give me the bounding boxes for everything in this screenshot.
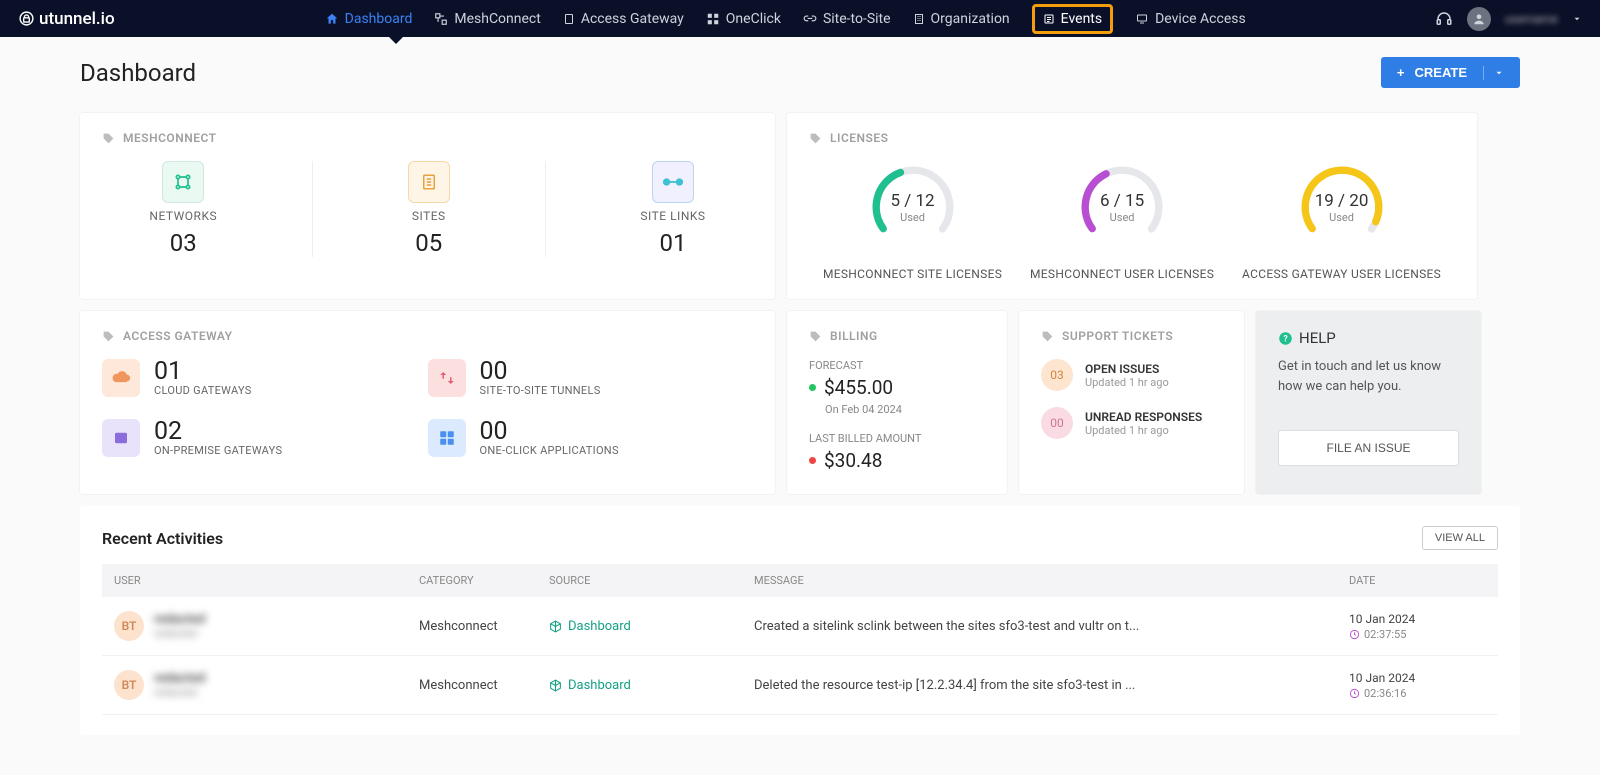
- page-body: Dashboard + CREATE MESHCONNECT NETWORKS …: [0, 37, 1600, 775]
- mesh-icon: [434, 12, 448, 26]
- card-tickets: SUPPORT TICKETS 03 OPEN ISSUESUpdated 1 …: [1019, 311, 1244, 494]
- tag-icon: [102, 132, 115, 145]
- mc-networks[interactable]: NETWORKS 03: [149, 161, 217, 257]
- user-name-blurred: redacted redacted: [154, 671, 205, 699]
- ag-oneclick[interactable]: 00ONE-CLICK APPLICATIONS: [428, 419, 754, 457]
- ticket-open[interactable]: 03 OPEN ISSUESUpdated 1 hr ago: [1041, 359, 1222, 391]
- billing-forecast-date: On Feb 04 2024: [825, 403, 985, 416]
- cell-source[interactable]: Dashboard: [549, 678, 754, 693]
- clock-icon: [1349, 629, 1360, 640]
- table-row[interactable]: BT redacted redacted Meshconnect Dashboa…: [102, 597, 1498, 656]
- mc-sites[interactable]: SITES 05: [408, 161, 450, 257]
- site-icon: [420, 172, 438, 192]
- card-billing: BILLING FORECAST $455.00 On Feb 04 2024 …: [787, 311, 1007, 494]
- tag-icon: [1041, 330, 1054, 343]
- license-ag-user[interactable]: 19 / 20Used ACCESS GATEWAY USER LICENSES: [1242, 161, 1441, 281]
- ag-onprem[interactable]: 02ON-PREMISE GATEWAYS: [102, 419, 428, 457]
- nav-site-to-site[interactable]: Site-to-Site: [803, 0, 891, 37]
- cell-message: Created a sitelink sclink between the si…: [754, 619, 1349, 634]
- cube-icon: [549, 679, 562, 692]
- nav-meshconnect[interactable]: MeshConnect: [434, 0, 540, 37]
- license-mc-site[interactable]: 5 / 12Used MESHCONNECT SITE LICENSES: [823, 161, 1002, 281]
- card-help: ? HELP Get in touch and let us know how …: [1256, 311, 1481, 494]
- billing-forecast-amount: $455.00: [809, 376, 985, 399]
- table-row[interactable]: BT redacted redacted Meshconnect Dashboa…: [102, 656, 1498, 715]
- cell-category: Meshconnect: [419, 678, 549, 693]
- card-access-gateway: ACCESS GATEWAY 01CLOUD GATEWAYS 00SITE-T…: [80, 311, 775, 494]
- apps-icon: [438, 429, 456, 447]
- user-avatar: BT: [114, 611, 144, 641]
- nav-username[interactable]: username: [1505, 12, 1558, 26]
- cell-date: 10 Jan 2024 02:37:55: [1349, 612, 1469, 641]
- clock-icon: [1349, 688, 1360, 699]
- chevron-down-icon: [1494, 68, 1504, 78]
- network-icon: [173, 172, 193, 192]
- page-title: Dashboard: [80, 59, 196, 87]
- mc-sitelinks[interactable]: SITE LINKS 01: [640, 161, 705, 257]
- list-icon: [1043, 13, 1055, 25]
- swap-icon: [437, 369, 457, 387]
- nav-active-indicator: [389, 37, 403, 44]
- card-recent-activities: Recent Activities VIEW ALL USER CATEGORY…: [80, 506, 1520, 735]
- gateway-icon: [563, 12, 575, 26]
- sitelink-icon: [662, 175, 684, 189]
- user-avatar: BT: [114, 670, 144, 700]
- create-button[interactable]: + CREATE: [1381, 57, 1520, 88]
- cloud-icon: [111, 371, 131, 385]
- billing-last-amount: $30.48: [809, 449, 985, 472]
- monitor-icon: [1135, 13, 1149, 25]
- nav-device-access[interactable]: Device Access: [1135, 0, 1246, 37]
- brand-text: utunnel.io: [39, 9, 115, 29]
- top-nav: utunnel.io Dashboard MeshConnect Access …: [0, 0, 1600, 37]
- headset-icon[interactable]: [1435, 10, 1453, 28]
- cell-message: Deleted the resource test-ip [12.2.34.4]…: [754, 678, 1349, 693]
- apps-icon: [706, 12, 720, 26]
- nav-items: Dashboard MeshConnect Access Gateway One…: [325, 0, 1246, 37]
- user-name-blurred: redacted redacted: [154, 612, 205, 640]
- cell-date: 10 Jan 2024 02:36:16: [1349, 671, 1469, 700]
- cell-category: Meshconnect: [419, 619, 549, 634]
- nav-dashboard[interactable]: Dashboard: [325, 0, 413, 37]
- lock-icon: [18, 10, 35, 27]
- help-text: Get in touch and let us know how we can …: [1278, 357, 1459, 396]
- plus-icon: +: [1397, 65, 1405, 80]
- cube-icon: [549, 620, 562, 633]
- home-icon: [325, 12, 339, 26]
- nav-organization[interactable]: Organization: [913, 0, 1010, 37]
- tag-icon: [809, 330, 822, 343]
- nav-events[interactable]: Events: [1032, 4, 1113, 34]
- card-meshconnect: MESHCONNECT NETWORKS 03 SITES 05 SITE LI: [80, 113, 775, 299]
- ticket-unread[interactable]: 00 UNREAD RESPONSESUpdated 1 hr ago: [1041, 407, 1222, 439]
- license-mc-user[interactable]: 6 / 15Used MESHCONNECT USER LICENSES: [1030, 161, 1214, 281]
- chevron-down-icon[interactable]: [1572, 14, 1582, 24]
- nav-right: username: [1435, 7, 1582, 31]
- ag-s2s[interactable]: 00SITE-TO-SITE TUNNELS: [428, 359, 754, 397]
- server-icon: [112, 429, 130, 447]
- help-icon: ?: [1278, 331, 1293, 346]
- building-icon: [913, 12, 925, 26]
- tag-icon: [102, 330, 115, 343]
- recent-title: Recent Activities: [102, 529, 223, 548]
- billing-forecast-label: FORECAST: [809, 359, 985, 372]
- ag-cloud[interactable]: 01CLOUD GATEWAYS: [102, 359, 428, 397]
- svg-text:?: ?: [1283, 334, 1288, 344]
- cell-source[interactable]: Dashboard: [549, 619, 754, 634]
- nav-access-gateway[interactable]: Access Gateway: [563, 0, 684, 37]
- card-licenses: LICENSES 5 / 12Used MESHCONNECT SITE LIC…: [787, 113, 1477, 299]
- viewall-button[interactable]: VIEW ALL: [1422, 526, 1498, 550]
- brand-logo[interactable]: utunnel.io: [18, 9, 115, 29]
- table-header: USER CATEGORY SOURCE MESSAGE DATE: [102, 564, 1498, 597]
- billing-last-label: LAST BILLED AMOUNT: [809, 432, 985, 445]
- nav-oneclick[interactable]: OneClick: [706, 0, 781, 37]
- file-issue-button[interactable]: FILE AN ISSUE: [1278, 430, 1459, 466]
- tag-icon: [809, 132, 822, 145]
- user-avatar-icon[interactable]: [1467, 7, 1491, 31]
- link-icon: [803, 12, 817, 26]
